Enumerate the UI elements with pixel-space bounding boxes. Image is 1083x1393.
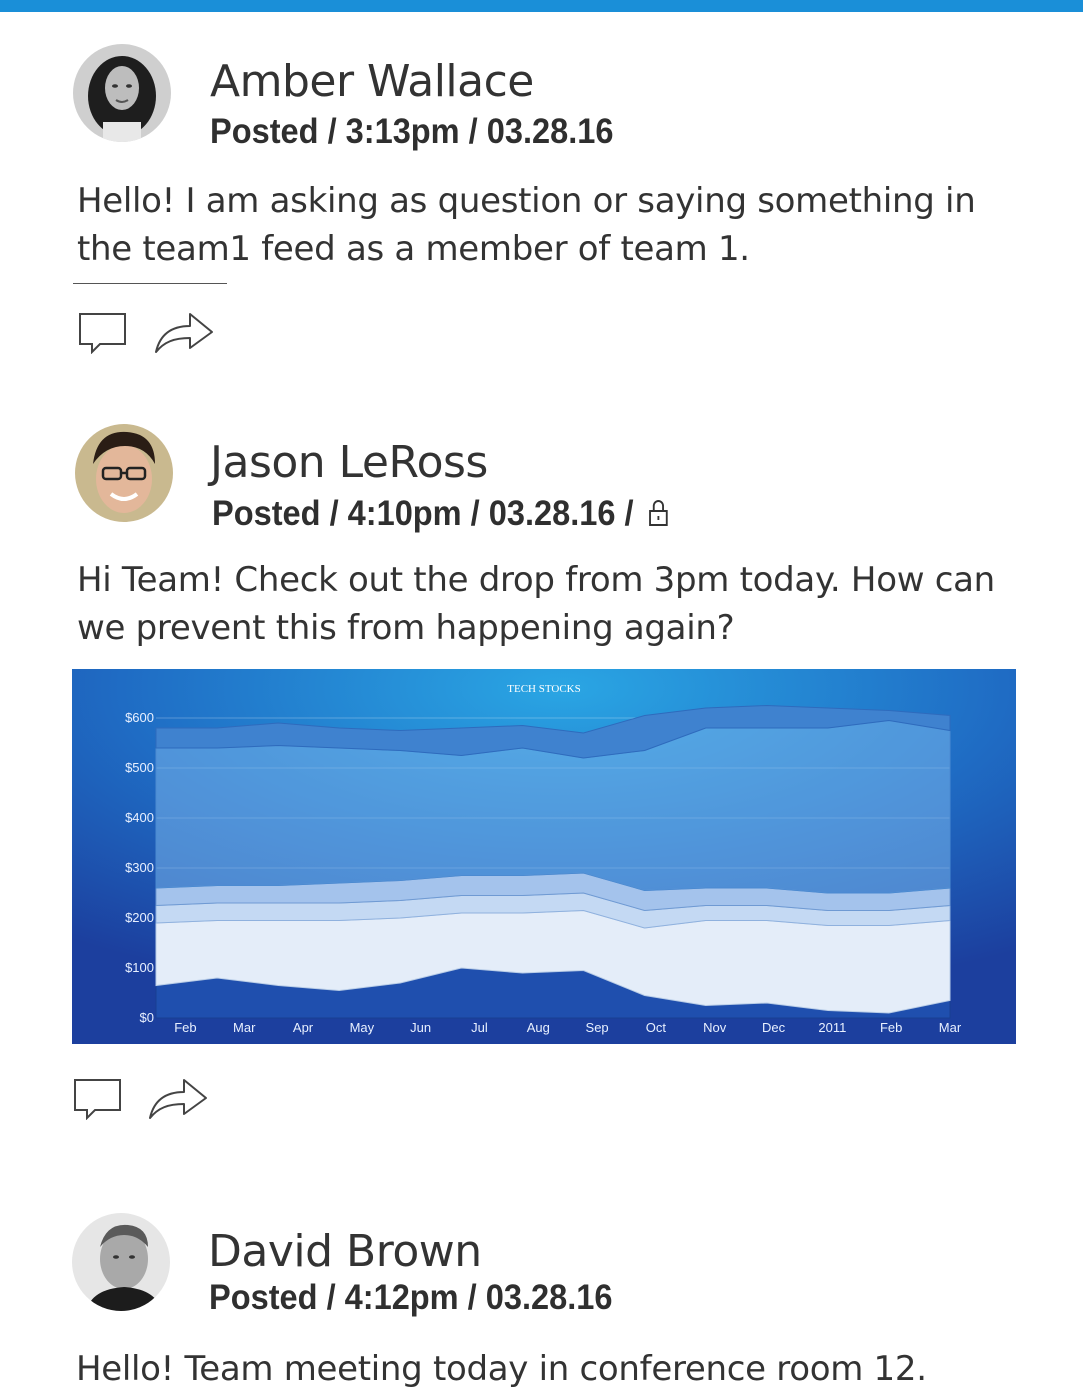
share-icon[interactable]: [154, 310, 214, 359]
x-tick-label: Oct: [646, 1020, 667, 1035]
top-accent-bar: [0, 0, 1083, 12]
avatar[interactable]: [73, 44, 171, 142]
x-tick-label: Feb: [174, 1020, 196, 1035]
x-tick-label: Sep: [586, 1020, 609, 1035]
x-tick-label: Dec: [762, 1020, 786, 1035]
post-body: Hello! I am asking as question or saying…: [77, 181, 976, 269]
avatar[interactable]: [75, 424, 173, 522]
post-author-name[interactable]: David Brown: [208, 1226, 482, 1278]
lock-icon: [648, 494, 668, 538]
post-meta-text: Posted / 3:13pm / 03.28.16: [210, 112, 614, 151]
y-tick-label: $0: [140, 1010, 154, 1025]
post-meta: Posted / 4:10pm / 03.28.16 /: [212, 492, 669, 538]
post-author-name[interactable]: Amber Wallace: [210, 56, 534, 108]
x-tick-label: Mar: [233, 1020, 256, 1035]
chart-canvas: $0 $100 $200 $300 $400 $500 $600 Feb Mar Apr May Ju…: [72, 669, 1016, 1044]
y-tick-label: $500: [125, 760, 154, 775]
y-tick-label: $200: [125, 910, 154, 925]
post-divider: [73, 283, 227, 284]
post-meta-text: Posted / 4:12pm / 03.28.16: [209, 1278, 613, 1317]
post-author-name[interactable]: Jason LeRoss: [210, 437, 488, 489]
post-meta: Posted / 3:13pm / 03.28.16: [210, 110, 613, 154]
post-body: Hi Team! Check out the drop from 3pm tod…: [77, 560, 995, 648]
post-meta: Posted / 4:12pm / 03.28.16: [209, 1276, 612, 1320]
share-icon[interactable]: [148, 1076, 208, 1125]
x-tick-label: Jul: [471, 1020, 488, 1035]
x-tick-label: 2011: [818, 1020, 846, 1035]
x-tick-label: Mar: [939, 1020, 962, 1035]
chart-title: TECH STOCKS: [507, 683, 580, 695]
y-tick-label: $300: [125, 860, 154, 875]
x-tick-label: Jun: [410, 1020, 431, 1035]
tech-stocks-chart[interactable]: $0 $100 $200 $300 $400 $500 $600 Feb Mar Apr May Ju…: [72, 669, 1016, 1044]
y-tick-label: $100: [125, 960, 154, 975]
x-tick-label: Apr: [293, 1020, 314, 1035]
comment-icon[interactable]: [78, 310, 128, 359]
y-tick-label: $600: [125, 710, 154, 725]
x-tick-label: Nov: [703, 1020, 727, 1035]
x-tick-label: May: [350, 1020, 375, 1035]
y-tick-label: $400: [125, 810, 154, 825]
post-meta-text: Posted / 4:10pm / 03.28.16 /: [212, 494, 634, 533]
x-tick-label: Aug: [527, 1020, 550, 1035]
avatar[interactable]: [72, 1213, 170, 1311]
x-tick-label: Feb: [880, 1020, 902, 1035]
comment-icon[interactable]: [73, 1076, 123, 1125]
post-body: Hello! Team meeting today in conference …: [76, 1349, 927, 1389]
